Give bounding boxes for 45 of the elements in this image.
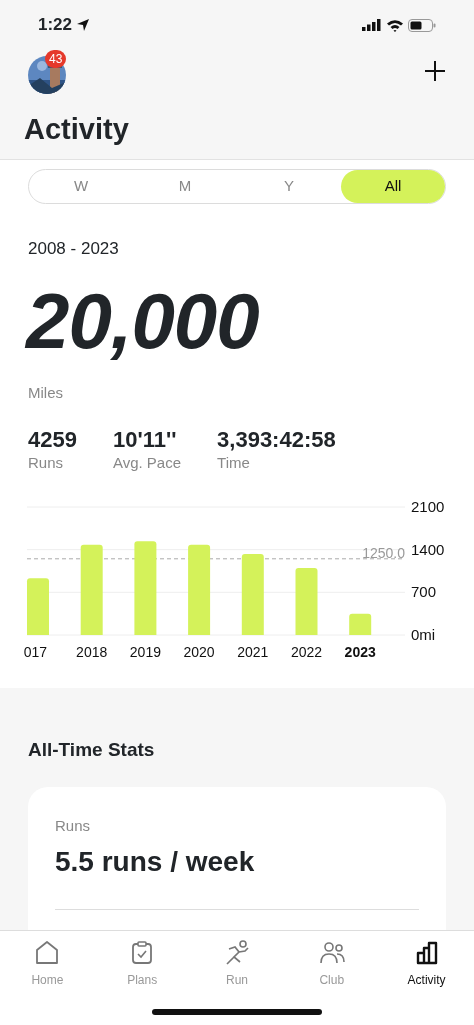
axis-label: 2018: [76, 643, 108, 660]
status-time: 1:22: [38, 14, 73, 37]
stat-label: Runs: [28, 453, 65, 474]
tab-bar-item[interactable]: Run: [189, 939, 285, 993]
notification-badge: 43: [45, 50, 67, 68]
axis-label: 2022: [290, 643, 323, 660]
stat-label: Time: [217, 453, 251, 474]
tab-bar-item[interactable]: Home: [0, 939, 95, 993]
stat-label: Runs: [55, 815, 92, 836]
wifi-icon: [386, 18, 404, 32]
axis-label: 017: [23, 643, 47, 660]
axis-label: 2023: [344, 643, 376, 660]
axis-tick-label: 1400: [411, 540, 445, 558]
tab-bar-item[interactable]: Activity: [379, 939, 474, 993]
chart-bar: [27, 578, 49, 635]
add-button[interactable]: [424, 58, 446, 82]
period-tab[interactable]: All: [341, 170, 445, 203]
total-distance: 20,000: [26, 281, 260, 360]
average-label: 1250.0: [362, 544, 405, 561]
signal-icon: [362, 19, 382, 31]
tab-bar-item[interactable]: Club: [284, 939, 380, 993]
section-title: All-Time Stats: [28, 738, 156, 762]
battery-icon: [408, 18, 436, 32]
plus-icon: [424, 59, 446, 82]
stat-value: 3,393:42:58: [217, 428, 336, 453]
period-tab[interactable]: Y: [237, 170, 341, 203]
stat-label: Avg. Pace: [112, 453, 182, 474]
period-tab[interactable]: W: [29, 170, 133, 203]
axis-tick-label: 0mi: [411, 625, 436, 643]
chart-bar: [349, 613, 372, 635]
axis-tick-label: 2100: [411, 498, 445, 515]
period-tab[interactable]: M: [133, 170, 237, 203]
stat-value: 5.5 runs / week: [55, 845, 256, 879]
date-range: 2008 - 2023: [28, 238, 120, 260]
axis-label: 2021: [237, 643, 269, 660]
axis-tick-label: 700: [411, 583, 437, 600]
axis-label: 2020: [183, 643, 215, 660]
chart-bar: [295, 567, 318, 635]
distance-unit: Miles: [28, 382, 64, 403]
stat-value: 4259: [28, 428, 77, 453]
page-title: Activity: [24, 112, 130, 147]
stat-value: 10'11'': [112, 428, 178, 453]
location-arrow-icon: [76, 18, 91, 32]
tab-bar-item[interactable]: Plans: [94, 939, 190, 993]
axis-label: 2019: [129, 643, 161, 660]
